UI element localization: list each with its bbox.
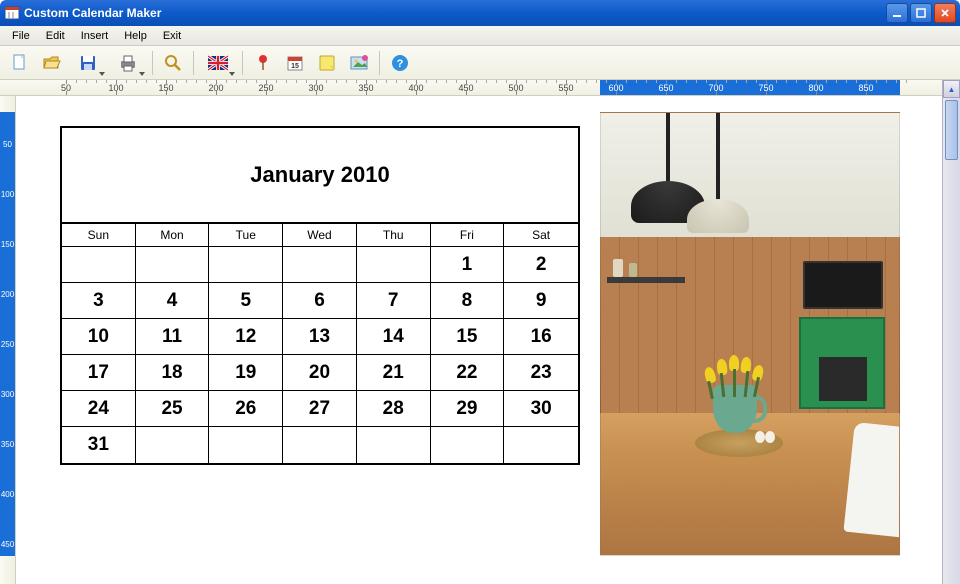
app-icon bbox=[4, 5, 20, 21]
calendar-cell[interactable]: 16 bbox=[504, 319, 578, 355]
close-button[interactable] bbox=[934, 3, 956, 23]
scroll-thumb[interactable] bbox=[945, 100, 958, 160]
calendar-day-header: Fri bbox=[431, 224, 505, 247]
calendar-cell[interactable]: 9 bbox=[504, 283, 578, 319]
calendar-cell[interactable]: 1 bbox=[431, 247, 505, 283]
calendar-cell[interactable] bbox=[357, 247, 431, 283]
menu-edit[interactable]: Edit bbox=[38, 28, 73, 44]
calendar-day-header: Mon bbox=[136, 224, 210, 247]
document-canvas[interactable]: January 2010 SunMonTueWedThuFriSat123456… bbox=[16, 96, 942, 584]
calendar-cell[interactable]: 5 bbox=[209, 283, 283, 319]
calendar-cell[interactable]: 7 bbox=[357, 283, 431, 319]
calendar-cell[interactable]: 17 bbox=[62, 355, 136, 391]
calendar-cell[interactable] bbox=[283, 247, 357, 283]
calendar-cell[interactable]: 23 bbox=[504, 355, 578, 391]
calendar-cell[interactable]: 26 bbox=[209, 391, 283, 427]
scroll-up-arrow[interactable]: ▲ bbox=[943, 80, 960, 98]
titlebar: Custom Calendar Maker bbox=[0, 0, 960, 26]
calendar-cell[interactable]: 2 bbox=[504, 247, 578, 283]
maximize-button[interactable] bbox=[910, 3, 932, 23]
calendar-cell[interactable] bbox=[209, 427, 283, 463]
toolbar: 15 ? bbox=[0, 46, 960, 80]
print-button[interactable] bbox=[110, 49, 146, 77]
calendar-cell[interactable]: 19 bbox=[209, 355, 283, 391]
language-button[interactable] bbox=[200, 49, 236, 77]
calendar-cell[interactable] bbox=[62, 247, 136, 283]
calendar-day-header: Thu bbox=[357, 224, 431, 247]
calendar-day-header: Tue bbox=[209, 224, 283, 247]
calendar-cell[interactable]: 3 bbox=[62, 283, 136, 319]
calendar-cell[interactable] bbox=[209, 247, 283, 283]
calendar-cell[interactable]: 11 bbox=[136, 319, 210, 355]
photo-object[interactable] bbox=[600, 112, 900, 556]
vertical-scrollbar[interactable]: ▲ bbox=[942, 80, 960, 584]
calendar-cell[interactable]: 20 bbox=[283, 355, 357, 391]
calendar-cell[interactable]: 8 bbox=[431, 283, 505, 319]
calendar-day-header: Wed bbox=[283, 224, 357, 247]
calendar-cell[interactable]: 21 bbox=[357, 355, 431, 391]
menu-file[interactable]: File bbox=[4, 28, 38, 44]
save-button[interactable] bbox=[70, 49, 106, 77]
calendar-day-header: Sun bbox=[62, 224, 136, 247]
calendar-cell[interactable]: 30 bbox=[504, 391, 578, 427]
minimize-button[interactable] bbox=[886, 3, 908, 23]
calendar-cell[interactable]: 25 bbox=[136, 391, 210, 427]
calendar-cell[interactable]: 6 bbox=[283, 283, 357, 319]
calendar-cell[interactable]: 4 bbox=[136, 283, 210, 319]
calendar-cell[interactable]: 22 bbox=[431, 355, 505, 391]
menu-insert[interactable]: Insert bbox=[73, 28, 117, 44]
calendar-grid: SunMonTueWedThuFriSat1234567891011121314… bbox=[62, 224, 578, 463]
calendar-cell[interactable] bbox=[136, 427, 210, 463]
calendar-cell[interactable] bbox=[283, 427, 357, 463]
horizontal-ruler[interactable]: 5010015020025030035040045050055060065070… bbox=[0, 80, 960, 96]
svg-text:15: 15 bbox=[291, 63, 299, 70]
new-button[interactable] bbox=[6, 49, 34, 77]
calendar-cell[interactable]: 27 bbox=[283, 391, 357, 427]
menubar: File Edit Insert Help Exit bbox=[0, 26, 960, 46]
calendar-icon-button[interactable]: 15 bbox=[281, 49, 309, 77]
calendar-cell[interactable]: 18 bbox=[136, 355, 210, 391]
calendar-cell[interactable] bbox=[431, 427, 505, 463]
svg-text:?: ? bbox=[397, 58, 404, 70]
help-button[interactable]: ? bbox=[386, 49, 414, 77]
calendar-cell[interactable]: 29 bbox=[431, 391, 505, 427]
calendar-cell[interactable] bbox=[357, 427, 431, 463]
note-button[interactable] bbox=[313, 49, 341, 77]
window-title: Custom Calendar Maker bbox=[24, 6, 886, 20]
calendar-cell[interactable]: 28 bbox=[357, 391, 431, 427]
calendar-cell[interactable]: 14 bbox=[357, 319, 431, 355]
calendar-cell[interactable]: 31 bbox=[62, 427, 136, 463]
calendar-cell[interactable]: 15 bbox=[431, 319, 505, 355]
menu-exit[interactable]: Exit bbox=[155, 28, 189, 44]
zoom-button[interactable] bbox=[159, 49, 187, 77]
vertical-ruler[interactable]: 50100150200250300350400450 bbox=[0, 96, 16, 584]
pin-button[interactable] bbox=[249, 49, 277, 77]
calendar-title: January 2010 bbox=[62, 128, 578, 224]
calendar-cell[interactable] bbox=[136, 247, 210, 283]
calendar-cell[interactable]: 24 bbox=[62, 391, 136, 427]
image-button[interactable] bbox=[345, 49, 373, 77]
menu-help[interactable]: Help bbox=[116, 28, 155, 44]
calendar-cell[interactable]: 10 bbox=[62, 319, 136, 355]
calendar-object[interactable]: January 2010 SunMonTueWedThuFriSat123456… bbox=[60, 126, 580, 465]
calendar-day-header: Sat bbox=[504, 224, 578, 247]
calendar-cell[interactable]: 12 bbox=[209, 319, 283, 355]
calendar-cell[interactable]: 13 bbox=[283, 319, 357, 355]
open-button[interactable] bbox=[38, 49, 66, 77]
calendar-cell[interactable] bbox=[504, 427, 578, 463]
